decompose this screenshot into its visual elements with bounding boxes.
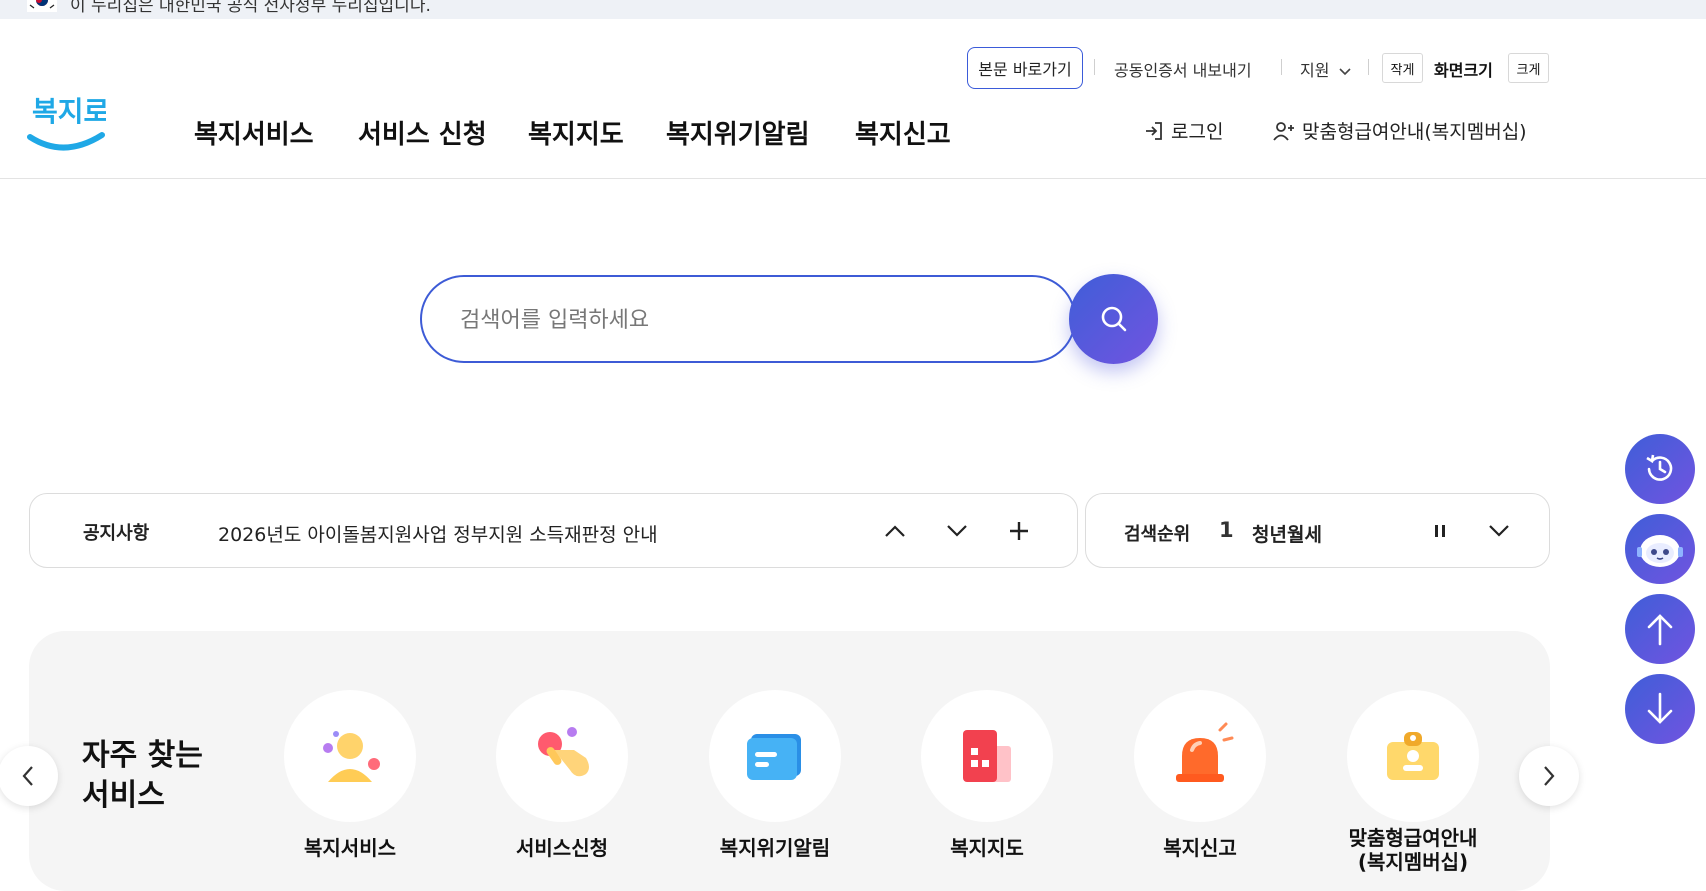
divider bbox=[1368, 59, 1369, 75]
siren-icon bbox=[1176, 722, 1234, 782]
notice-next-button[interactable] bbox=[940, 514, 974, 548]
skip-to-content-button[interactable]: 본문 바로가기 bbox=[967, 47, 1083, 89]
service-map[interactable]: 복지지도 bbox=[921, 690, 1053, 860]
membership-link[interactable]: 맞춤형급여안내(복지멤버십) bbox=[1272, 117, 1527, 144]
divider bbox=[1281, 59, 1282, 75]
login-icon bbox=[1146, 121, 1162, 140]
arrow-down-icon bbox=[1647, 692, 1673, 724]
pause-icon bbox=[1435, 525, 1445, 537]
map-building-icon bbox=[963, 730, 1011, 782]
utility-bar: 본문 바로가기 공동인증서 내보내기 지원 작게 화면크기 크게 bbox=[0, 33, 1706, 89]
chevron-down-icon bbox=[1489, 525, 1509, 537]
search-button[interactable] bbox=[1069, 274, 1158, 364]
service-label: 복지서비스 bbox=[304, 836, 396, 860]
service-welfare[interactable]: 복지서비스 bbox=[284, 690, 416, 860]
divider bbox=[1094, 59, 1095, 75]
text-smaller-button[interactable]: 작게 bbox=[1382, 53, 1423, 83]
notice-more-button[interactable] bbox=[1002, 514, 1036, 548]
arrow-up-icon bbox=[1647, 614, 1673, 646]
support-menu[interactable]: 지원 bbox=[1300, 57, 1351, 81]
service-label: 복지지도 bbox=[950, 836, 1024, 860]
search-input[interactable] bbox=[458, 297, 1022, 343]
chevron-up-icon bbox=[885, 525, 905, 537]
screen-size-label: 화면크기 bbox=[1434, 61, 1493, 80]
hand-tap-icon bbox=[538, 727, 589, 777]
carousel-next-button[interactable] bbox=[1519, 746, 1579, 806]
service-label: 서비스신청 bbox=[516, 836, 608, 860]
support-label: 지원 bbox=[1300, 61, 1330, 80]
service-label: 복지신고 bbox=[1163, 836, 1237, 860]
id-badge-icon bbox=[1387, 732, 1439, 780]
frequent-services-title: 자주 찾는 서비스 bbox=[82, 736, 222, 816]
rank-number: 1 bbox=[1219, 518, 1234, 542]
nav-welfare-map[interactable]: 복지지도 bbox=[528, 114, 624, 151]
korean-flag-icon bbox=[27, 0, 57, 12]
bokjiro-logo[interactable]: 복지로 bbox=[26, 79, 106, 163]
membership-label: 맞춤형급여안내(복지멤버십) bbox=[1302, 121, 1527, 143]
chatbot-icon bbox=[1637, 535, 1683, 567]
gov-banner-text: 이 누리집은 대한민국 공식 전자정부 누리집입니다. bbox=[70, 0, 431, 16]
nav-welfare-report[interactable]: 복지신고 bbox=[855, 114, 951, 151]
person-icon bbox=[323, 731, 380, 782]
service-apply[interactable]: 서비스신청 bbox=[496, 690, 628, 860]
nav-service-apply[interactable]: 서비스 신청 bbox=[358, 114, 487, 151]
chevron-left-icon bbox=[22, 766, 33, 786]
text-larger-button[interactable]: 크게 bbox=[1508, 53, 1549, 83]
rank-label: 검색순위 bbox=[1124, 524, 1191, 545]
scroll-top-button[interactable] bbox=[1625, 594, 1695, 664]
search-rank-bar: 검색순위 1 청년월세 bbox=[1085, 493, 1550, 568]
notice-prev-button[interactable] bbox=[878, 514, 912, 548]
service-crisis-alert[interactable]: 복지위기알림 bbox=[709, 690, 841, 860]
chatbot-button[interactable] bbox=[1625, 514, 1695, 584]
notice-label: 공지사항 bbox=[83, 523, 150, 544]
service-membership[interactable]: 맞춤형급여안내 (복지멤버십) bbox=[1347, 690, 1479, 874]
recent-history-button[interactable] bbox=[1625, 434, 1695, 504]
history-icon bbox=[1646, 454, 1673, 481]
chevron-down-icon bbox=[947, 525, 967, 537]
chevron-down-icon bbox=[1338, 67, 1351, 75]
chevron-right-icon bbox=[1544, 766, 1555, 786]
service-report[interactable]: 복지신고 bbox=[1134, 690, 1266, 860]
service-label: 맞춤형급여안내 (복지멤버십) bbox=[1348, 826, 1478, 874]
user-plus-icon bbox=[1273, 121, 1294, 141]
title-line-1: 자주 찾는 bbox=[82, 738, 203, 773]
carousel-prev-button[interactable] bbox=[0, 746, 58, 806]
notice-bar: 공지사항 2026년도 아이돌봄지원사업 정부지원 소득재판정 안내 bbox=[29, 493, 1078, 568]
rank-expand-button[interactable] bbox=[1482, 514, 1516, 548]
plus-icon bbox=[1010, 522, 1028, 540]
nav-welfare-services[interactable]: 복지서비스 bbox=[194, 114, 314, 151]
site-header: 본문 바로가기 공동인증서 내보내기 지원 작게 화면크기 크게 복지로 복지서… bbox=[0, 19, 1706, 179]
rank-keyword[interactable]: 청년월세 bbox=[1252, 520, 1322, 547]
rank-pause-button[interactable] bbox=[1423, 514, 1457, 548]
login-link[interactable]: 로그인 bbox=[1143, 117, 1223, 144]
search-icon bbox=[1101, 306, 1126, 332]
nav-crisis-alert[interactable]: 복지위기알림 bbox=[666, 114, 810, 151]
search-box bbox=[420, 275, 1076, 363]
service-label: 복지위기알림 bbox=[719, 836, 831, 860]
login-label: 로그인 bbox=[1171, 121, 1224, 143]
cert-export-link[interactable]: 공동인증서 내보내기 bbox=[1114, 57, 1252, 81]
scroll-bottom-button[interactable] bbox=[1625, 674, 1695, 744]
title-line-2: 서비스 bbox=[82, 778, 165, 813]
logo-text: 복지로 bbox=[32, 95, 106, 128]
message-icon bbox=[747, 734, 801, 780]
notice-text[interactable]: 2026년도 아이돌봄지원사업 정부지원 소득재판정 안내 bbox=[218, 520, 658, 547]
gov-banner: 이 누리집은 대한민국 공식 전자정부 누리집입니다. bbox=[0, 0, 1706, 19]
